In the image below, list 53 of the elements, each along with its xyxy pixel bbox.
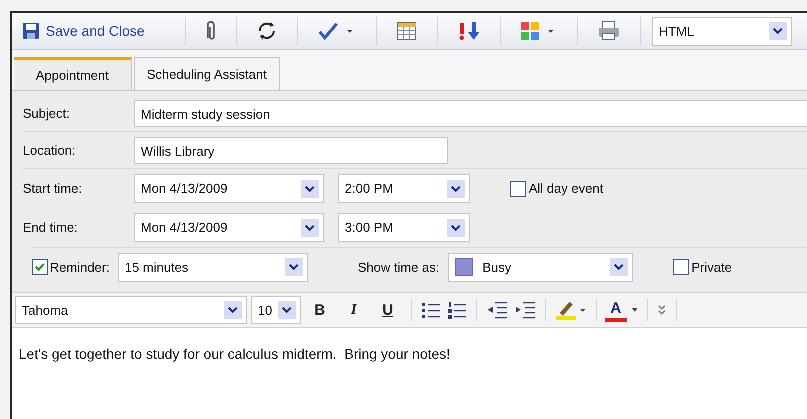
tab[interactable]: Appointment: [14, 57, 132, 90]
start-time-dropdown[interactable]: 2:00 PM: [338, 174, 470, 203]
start-time-label: Start time:: [22, 181, 84, 196]
highlighter-icon[interactable]: [554, 299, 588, 321]
all-day-checkbox[interactable]: [510, 180, 526, 196]
format-dropdown[interactable]: HTML: [652, 16, 792, 46]
font-color-button[interactable]: A: [605, 298, 627, 322]
bold-button[interactable]: B: [305, 297, 335, 323]
save-and-close-button[interactable]: Save and Close: [16, 20, 166, 42]
calendar-icon[interactable]: [396, 20, 418, 42]
chevron-down-icon: [447, 180, 465, 198]
subject-label: Subject:: [22, 106, 71, 120]
all-day-label: All day event: [529, 181, 604, 196]
chevron-down-icon: [284, 258, 303, 276]
tab[interactable]: Scheduling Assistant: [134, 57, 280, 90]
checkmark-icon: [34, 261, 46, 273]
reminder-label: Reminder:: [50, 260, 110, 274]
chevron-down-icon: [610, 258, 628, 276]
location-label: Location:: [22, 142, 77, 158]
underline-button[interactable]: U: [373, 297, 403, 323]
increase-indent-icon[interactable]: [513, 300, 537, 320]
reminder-dropdown[interactable]: 15 minutes: [118, 252, 308, 282]
chevron-down-icon: [278, 301, 296, 319]
show-time-as-label: Show time as:: [358, 260, 440, 274]
chevron-down-icon: [301, 180, 319, 198]
refresh-icon[interactable]: [256, 20, 278, 42]
subject-field[interactable]: Midterm study session: [134, 100, 807, 126]
exclamation-icon[interactable]: [457, 20, 467, 42]
dropdown-arrow-icon[interactable]: [631, 307, 639, 313]
down-arrow-icon[interactable]: [467, 20, 481, 42]
font-dropdown[interactable]: Tahoma: [15, 296, 247, 324]
bullet-list-icon[interactable]: [420, 300, 442, 320]
private-checkbox[interactable]: [672, 259, 689, 275]
end-date-dropdown[interactable]: Mon 4/13/2009: [134, 213, 324, 242]
chevron-down-icon: [769, 22, 787, 40]
message-body-text: Let's get together to study for our calculus midterm. Bring your notes!: [19, 346, 452, 362]
font-size-dropdown[interactable]: 10: [251, 296, 301, 324]
location-field[interactable]: Willis Library: [134, 136, 448, 164]
start-date-dropdown[interactable]: Mon 4/13/2009: [134, 174, 324, 203]
reminder-checkbox[interactable]: [32, 259, 48, 275]
numbered-list-icon[interactable]: [446, 300, 468, 320]
chevron-down-icon: [301, 218, 319, 236]
end-time-label: End time:: [22, 220, 79, 235]
italic-button[interactable]: I: [339, 297, 369, 323]
end-time-dropdown[interactable]: 3:00 PM: [338, 213, 470, 242]
chevron-down-icon: [447, 218, 465, 236]
show-time-as-dropdown[interactable]: Busy: [448, 252, 633, 282]
printer-icon[interactable]: [597, 20, 621, 42]
more-options-icon[interactable]: [656, 303, 668, 317]
chevron-down-icon: [224, 301, 242, 319]
busy-swatch-icon: [454, 258, 473, 276]
private-label: Private: [692, 260, 732, 274]
paperclip-icon[interactable]: [205, 20, 217, 42]
